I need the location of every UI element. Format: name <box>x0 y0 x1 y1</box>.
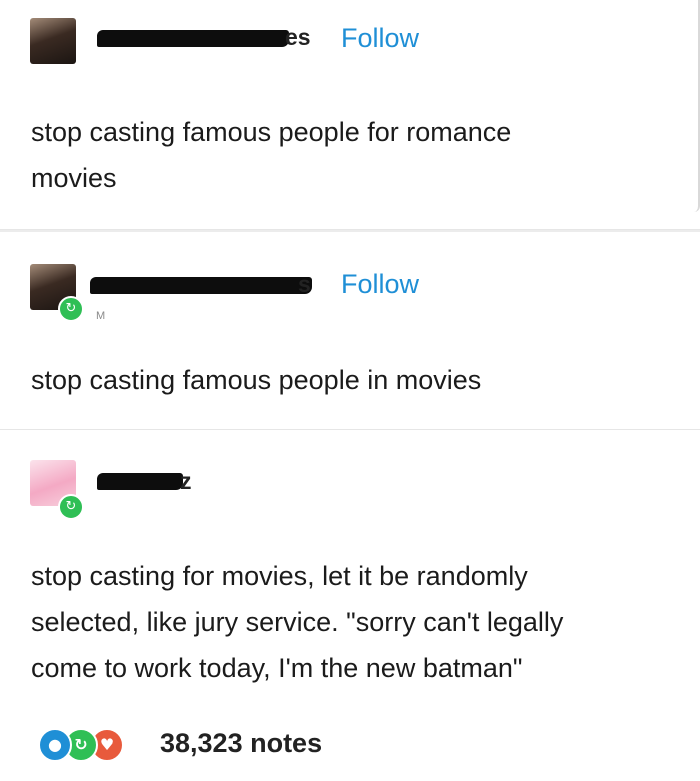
post-body-line: stop casting for movies, let it be rando… <box>31 561 528 591</box>
redacted-username <box>97 30 289 47</box>
post-body-line: movies <box>31 163 117 193</box>
post-body: stop casting for movies, let it be rando… <box>31 553 563 691</box>
username-suffix: s <box>298 271 311 297</box>
user-avatar[interactable] <box>30 18 76 64</box>
follow-button[interactable]: Follow <box>341 23 419 54</box>
post-body-line: stop casting famous people in movies <box>31 365 482 395</box>
post-body: stop casting famous people for romance m… <box>31 109 511 201</box>
reply-icon: ● <box>38 728 72 762</box>
post-body-line: stop casting famous people for romance <box>31 117 512 147</box>
card-edge <box>692 0 700 212</box>
notes-count[interactable]: 38,323 notes <box>160 728 322 759</box>
post-body: stop casting famous people in movies <box>31 357 481 403</box>
reblog-icon: ↻ <box>58 494 84 520</box>
post-body-line: come to work today, I'm the new batman" <box>31 653 523 683</box>
post-reblog-1: ↻ s Follow M stop casting famous people … <box>0 230 700 430</box>
post-original: es Follow stop casting famous people for… <box>0 0 700 230</box>
post-body-line: selected, like jury service. "sorry can'… <box>31 607 564 637</box>
post-meta: M <box>96 310 106 322</box>
reblog-icon: ↻ <box>58 296 84 322</box>
follow-button[interactable]: Follow <box>341 269 419 300</box>
redacted-username <box>97 473 183 490</box>
username-suffix: z <box>180 468 192 494</box>
post-reblog-2: ↻ z stop casting for movies, let it be r… <box>0 428 700 781</box>
redacted-username <box>90 277 312 294</box>
username-suffix: es <box>285 24 311 50</box>
